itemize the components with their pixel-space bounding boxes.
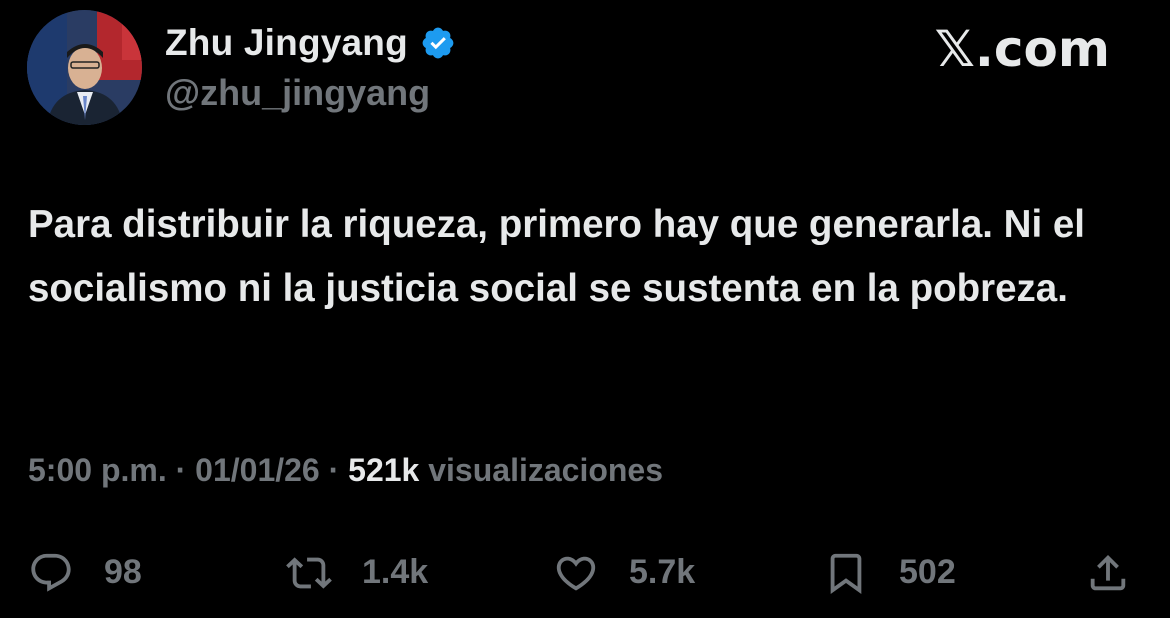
action-bar: 98 1.4k 5.7k 502	[28, 545, 1148, 600]
avatar[interactable]	[27, 10, 142, 125]
reply-icon	[31, 553, 71, 592]
reply-count: 98	[104, 553, 142, 591]
bookmark-count: 502	[899, 553, 956, 591]
heart-icon	[556, 556, 596, 591]
share-button[interactable]	[1085, 545, 1131, 600]
repost-icon	[286, 556, 332, 589]
brand-logo: 𝕏.com	[934, 20, 1110, 78]
bookmark-icon	[830, 553, 862, 594]
views-label: visualizaciones	[428, 452, 664, 488]
repost-button[interactable]: 1.4k	[286, 545, 428, 600]
share-icon	[1090, 554, 1126, 590]
views-count: 521k	[348, 452, 420, 488]
repost-count: 1.4k	[362, 553, 429, 591]
meta-separator: ·	[328, 452, 340, 488]
tweet-text: Para distribuir la riqueza, primero hay …	[28, 203, 1085, 310]
bookmark-button[interactable]: 502	[823, 545, 956, 600]
reply-button[interactable]: 98	[28, 545, 142, 600]
tweet-date[interactable]: 01/01/26	[195, 452, 320, 488]
tweet-time[interactable]: 5:00 p.m.	[28, 452, 167, 488]
tweet-meta: 5:00 p.m. · 01/01/26 · 521k visualizacio…	[28, 452, 663, 489]
display-name[interactable]: Zhu Jingyang	[165, 22, 408, 64]
author-name-row: Zhu Jingyang	[165, 22, 456, 64]
like-button[interactable]: 5.7k	[553, 545, 695, 600]
avatar-photo	[27, 10, 142, 125]
like-count: 5.7k	[629, 553, 696, 591]
verified-badge-icon[interactable]	[420, 25, 456, 61]
author-handle[interactable]: @zhu_jingyang	[165, 72, 430, 114]
meta-separator: ·	[175, 452, 187, 488]
